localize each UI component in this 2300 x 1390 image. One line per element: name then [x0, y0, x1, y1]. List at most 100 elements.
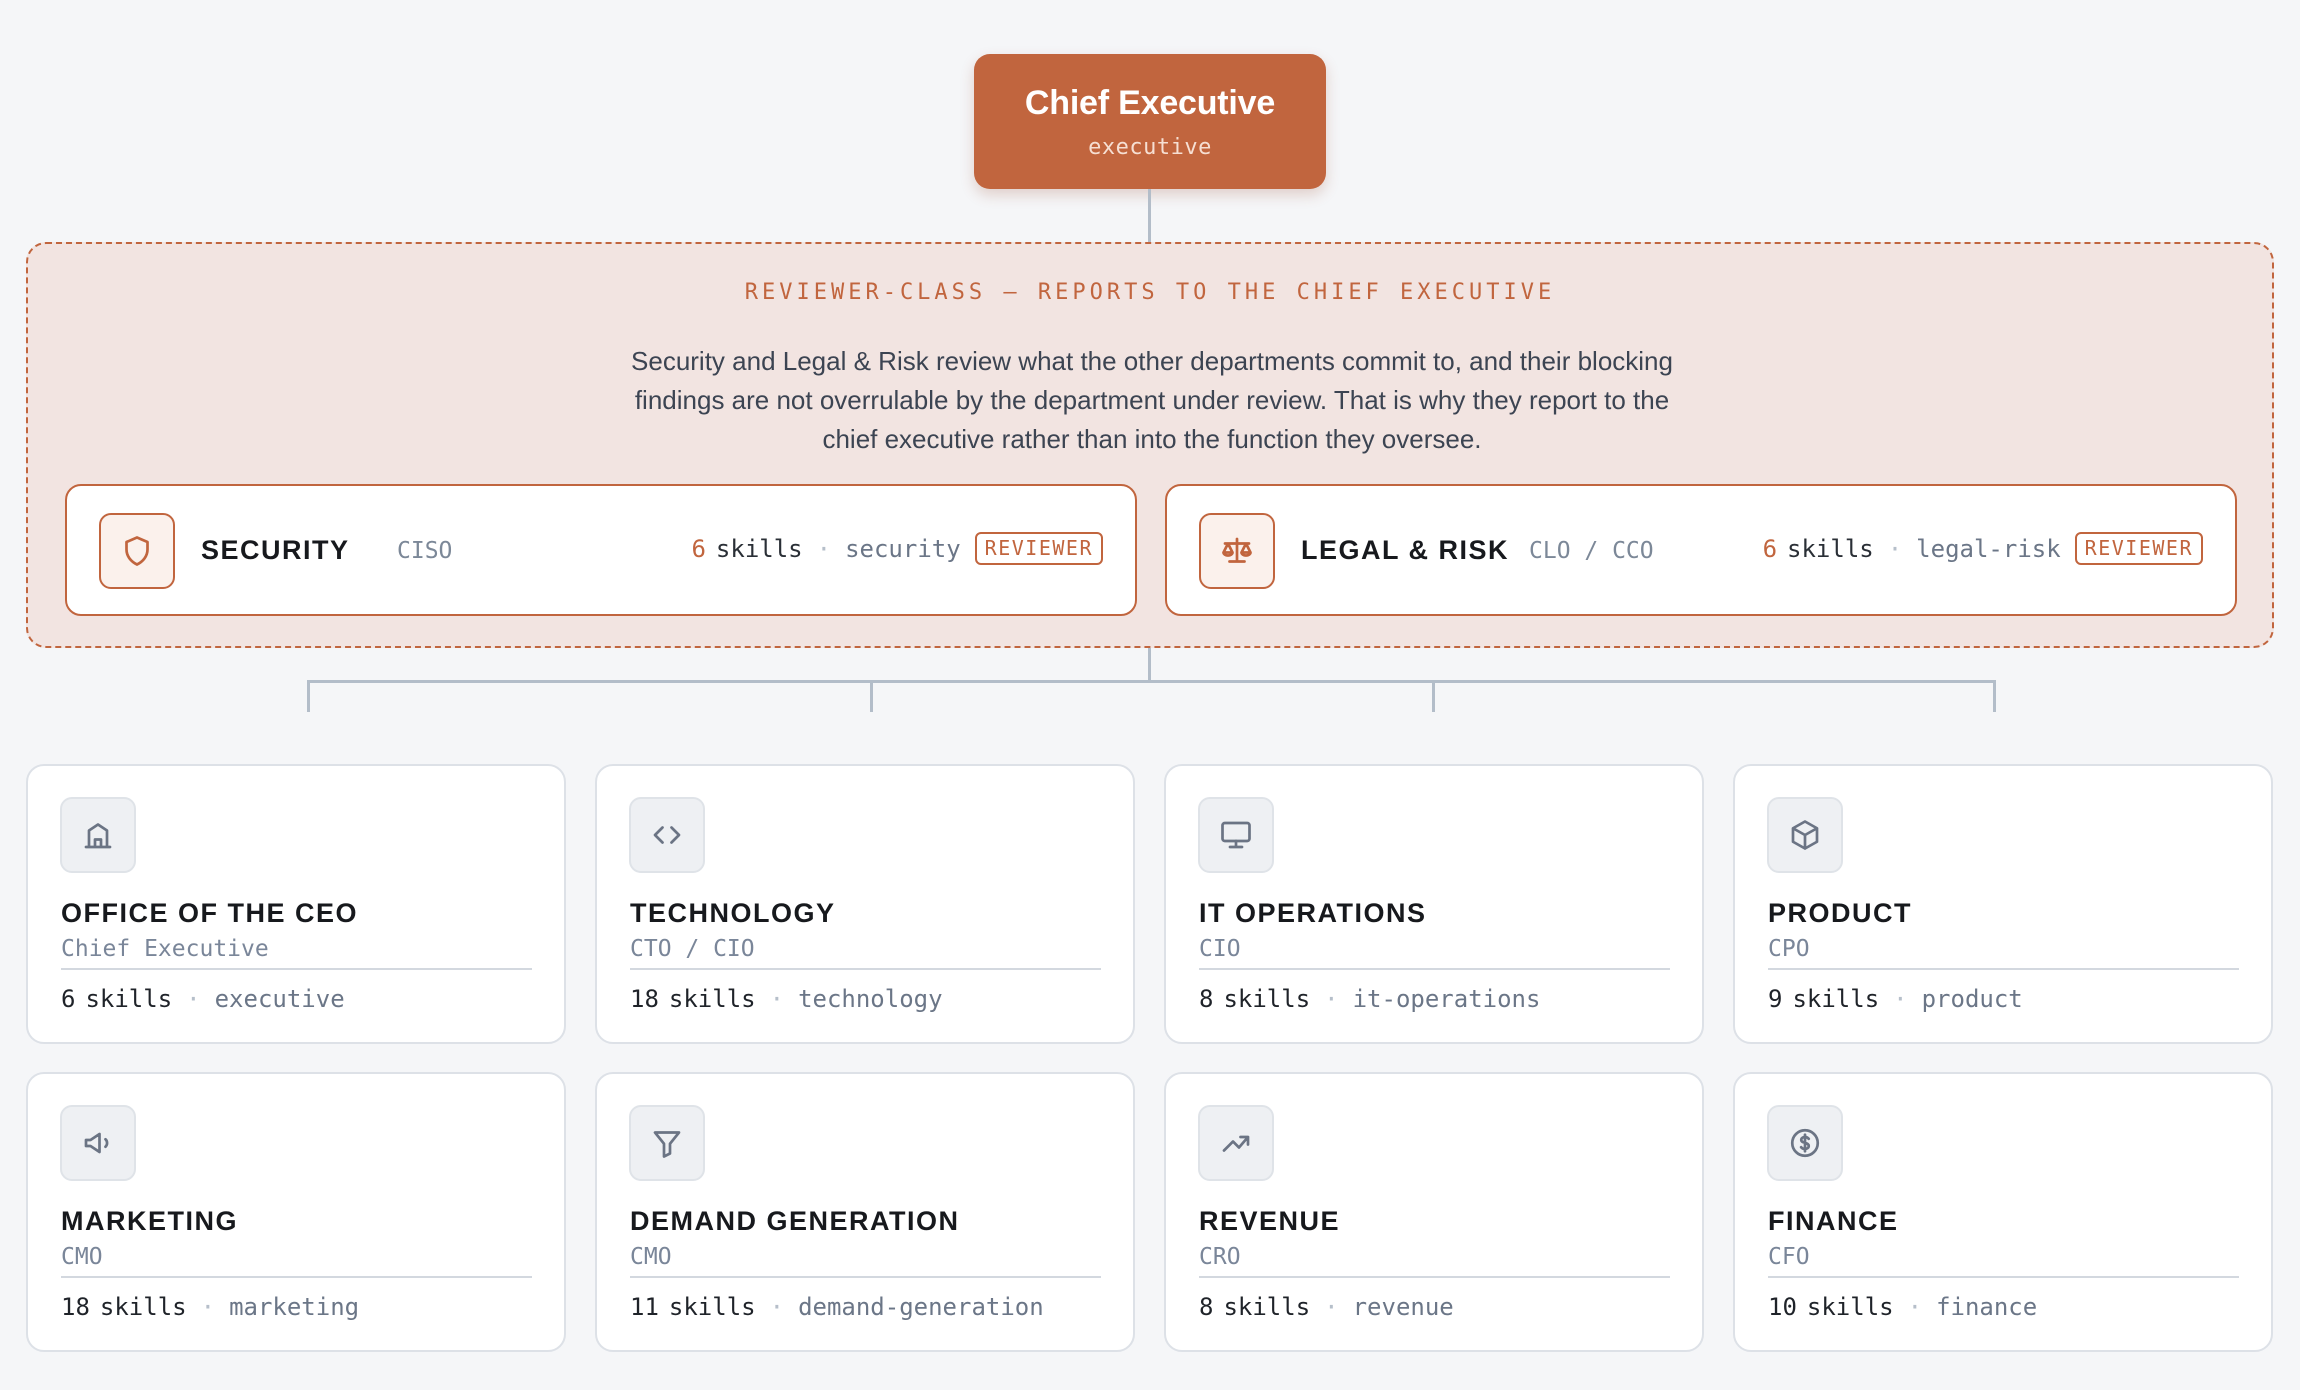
department-card-technology[interactable]: TECHNOLOGY CTO / CIO 18 skills · technol…	[595, 764, 1135, 1044]
skills-label: skills	[1223, 1293, 1311, 1321]
department-role: CMO	[630, 1244, 1101, 1278]
department-meta: 8 skills · it-operations	[1199, 985, 1540, 1013]
reviewer-badge: REVIEWER	[974, 532, 1103, 565]
department-role: CMO	[61, 1244, 532, 1278]
department-meta: 10 skills · finance	[1768, 1293, 2037, 1321]
department-name: IT OPERATIONS	[1199, 898, 1427, 928]
executive-title: Chief Executive	[1024, 83, 1276, 122]
department-name: MARKETING	[61, 1206, 238, 1236]
department-name: FINANCE	[1768, 1206, 1899, 1236]
building-icon	[60, 797, 136, 873]
department-meta: 18 skills · marketing	[61, 1293, 359, 1321]
department-slug: legal-risk	[1916, 534, 2061, 563]
department-slug: revenue	[1352, 1293, 1454, 1321]
department-slug: technology	[798, 985, 943, 1013]
skill-count: 11	[630, 1293, 659, 1321]
skill-count: 6	[1762, 534, 1778, 563]
reviewer-card-role: CISO	[397, 538, 453, 564]
skills-label: skills	[85, 985, 173, 1013]
reviewer-badge: REVIEWER	[2074, 532, 2203, 565]
skill-count: 18	[61, 1293, 90, 1321]
scales-icon	[1199, 513, 1275, 589]
department-role: CRO	[1199, 1244, 1670, 1278]
connector-exec-panel	[1148, 189, 1151, 242]
reviewer-card-name: LEGAL & RISK	[1301, 535, 1510, 565]
department-card-marketing[interactable]: MARKETING CMO 18 skills · marketing	[26, 1072, 566, 1352]
dollar-circle-icon	[1767, 1105, 1843, 1181]
reviewer-heading: REVIEWER-CLASS — REPORTS TO THE CHIEF EX…	[744, 280, 1556, 305]
reviewer-card-legal-risk[interactable]: LEGAL & RISK CLO / CCO 6 skills · legal-…	[1165, 484, 2237, 616]
separator: ·	[769, 1293, 785, 1321]
code-icon	[629, 797, 705, 873]
separator: ·	[769, 985, 785, 1013]
executive-node[interactable]: Chief Executive executive	[974, 54, 1326, 189]
department-slug: security	[845, 534, 961, 563]
skill-count: 8	[1199, 1293, 1214, 1321]
funnel-icon	[629, 1105, 705, 1181]
department-meta: 6 skills · executive	[61, 985, 345, 1013]
reviewer-card-security[interactable]: SECURITY CISO 6 skills · security REVIEW…	[65, 484, 1137, 616]
department-role: Chief Executive	[61, 936, 532, 970]
department-role: CFO	[1768, 1244, 2239, 1278]
skills-label: skills	[1223, 985, 1311, 1013]
department-meta: 18 skills · technology	[630, 985, 943, 1013]
department-slug: demand-generation	[798, 1293, 1044, 1321]
separator: ·	[1324, 985, 1339, 1013]
department-name: OFFICE OF THE CEO	[61, 898, 359, 928]
department-slug: executive	[214, 985, 345, 1013]
connector-drop	[870, 680, 873, 712]
department-name: DEMAND GENERATION	[630, 1206, 960, 1236]
department-slug: marketing	[229, 1293, 360, 1321]
megaphone-icon	[60, 1105, 136, 1181]
skills-label: skills	[99, 1293, 187, 1321]
separator: ·	[1887, 534, 1903, 563]
department-meta: 9 skills · product	[1768, 985, 2023, 1013]
department-meta: 8 skills · revenue	[1199, 1293, 1454, 1321]
separator: ·	[186, 985, 201, 1013]
department-name: REVENUE	[1199, 1206, 1341, 1236]
separator: ·	[1907, 1293, 1923, 1321]
skill-count: 6	[61, 985, 76, 1013]
skills-label: skills	[1787, 534, 1874, 563]
separator: ·	[816, 534, 832, 563]
department-card-it-operations[interactable]: IT OPERATIONS CIO 8 skills · it-operatio…	[1164, 764, 1704, 1044]
department-card-product[interactable]: PRODUCT CPO 9 skills · product	[1733, 764, 2273, 1044]
reviewer-card-name: SECURITY	[201, 535, 350, 565]
department-slug: product	[1921, 985, 2023, 1013]
skills-label: skills	[1792, 985, 1880, 1013]
department-meta: 11 skills · demand-generation	[630, 1293, 1044, 1321]
skill-count: 9	[1768, 985, 1783, 1013]
connector-panel-bus	[1148, 648, 1151, 682]
trending-up-icon	[1198, 1105, 1274, 1181]
department-card-revenue[interactable]: REVENUE CRO 8 skills · revenue	[1164, 1072, 1704, 1352]
reviewer-card-meta: 6 skills · security REVIEWER	[691, 532, 1103, 565]
skills-label: skills	[715, 534, 803, 563]
connector-bus	[307, 680, 1996, 683]
skill-count: 6	[691, 534, 706, 563]
department-card-finance[interactable]: FINANCE CFO 10 skills · finance	[1733, 1072, 2273, 1352]
skill-count: 18	[630, 985, 659, 1013]
skill-count: 8	[1199, 985, 1214, 1013]
reviewer-card-meta: 6 skills · legal-risk REVIEWER	[1763, 532, 2203, 565]
shield-icon	[99, 513, 175, 589]
department-slug: it-operations	[1352, 985, 1541, 1013]
monitor-icon	[1198, 797, 1274, 873]
department-name: TECHNOLOGY	[630, 898, 836, 928]
reviewer-description: Security and Legal & Risk review what th…	[631, 346, 1673, 454]
department-role: CPO	[1768, 936, 2239, 970]
reviewer-panel: REVIEWER-CLASS — REPORTS TO THE CHIEF EX…	[26, 242, 2274, 648]
executive-slug: executive	[1088, 134, 1212, 160]
skills-label: skills	[668, 1293, 756, 1321]
reviewer-card-role: CLO / CCO	[1529, 538, 1654, 564]
connector-drop	[1993, 680, 1996, 712]
department-slug: finance	[1936, 1293, 2038, 1321]
skill-count: 10	[1768, 1293, 1797, 1321]
skills-label: skills	[668, 985, 756, 1013]
department-card-office-of-the-ceo[interactable]: OFFICE OF THE CEO Chief Executive 6 skil…	[26, 764, 566, 1044]
connector-drop	[1432, 680, 1435, 712]
skills-label: skills	[1806, 1293, 1894, 1321]
department-card-demand-generation[interactable]: DEMAND GENERATION CMO 11 skills · demand…	[595, 1072, 1135, 1352]
connector-drop	[307, 680, 310, 712]
separator: ·	[1324, 1293, 1339, 1321]
department-role: CIO	[1199, 936, 1670, 970]
